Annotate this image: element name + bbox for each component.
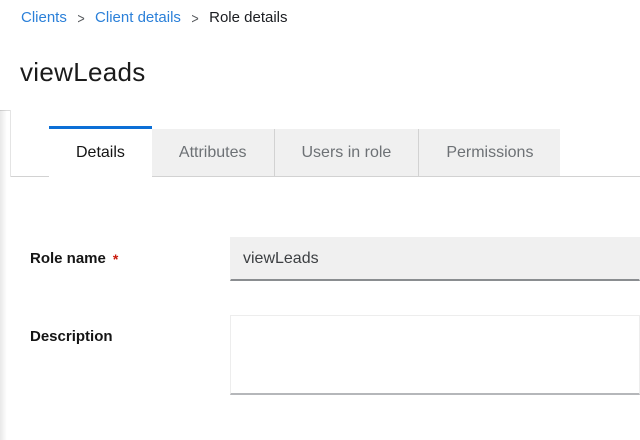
page-title: viewLeads	[20, 59, 640, 85]
tab-bar: Details Attributes Users in role Permiss…	[11, 127, 640, 177]
role-name-input[interactable]	[230, 237, 640, 281]
tab-permissions[interactable]: Permissions	[418, 129, 560, 176]
tab-attributes-label: Attributes	[179, 144, 247, 162]
tab-details[interactable]: Details	[49, 126, 152, 177]
tab-users-in-role-label: Users in role	[302, 144, 392, 162]
role-name-row: Role name *	[20, 237, 640, 281]
tab-permissions-label: Permissions	[446, 144, 533, 162]
role-name-label-group: Role name *	[20, 237, 230, 267]
breadcrumb-link-clients[interactable]: Clients	[21, 9, 67, 26]
breadcrumb-current-role-details: Role details	[209, 9, 287, 26]
description-label-group: Description	[20, 315, 230, 345]
chevron-right-icon: >	[77, 9, 84, 26]
tab-attributes[interactable]: Attributes	[152, 129, 274, 176]
breadcrumb: Clients > Client details > Role details	[0, 0, 640, 26]
role-details-form: Role name * Description	[10, 237, 640, 395]
role-details-page: Clients > Client details > Role details …	[0, 0, 640, 440]
content-card: Details Attributes Users in role Permiss…	[10, 110, 640, 395]
chevron-right-icon: >	[191, 9, 198, 26]
tab-users-in-role[interactable]: Users in role	[274, 129, 419, 176]
tab-details-label: Details	[76, 144, 125, 162]
tabs-section: Details Attributes Users in role Permiss…	[10, 110, 640, 177]
description-label: Description	[30, 328, 113, 345]
description-textarea[interactable]	[230, 315, 640, 395]
breadcrumb-link-client-details[interactable]: Client details	[95, 9, 181, 26]
header-divider	[0, 110, 10, 111]
page-header: Clients > Client details > Role details …	[0, 0, 640, 110]
main-content: Details Attributes Users in role Permiss…	[0, 110, 640, 440]
description-row: Description	[20, 315, 640, 395]
role-name-label: Role name	[30, 250, 106, 267]
required-asterisk: *	[113, 250, 118, 267]
